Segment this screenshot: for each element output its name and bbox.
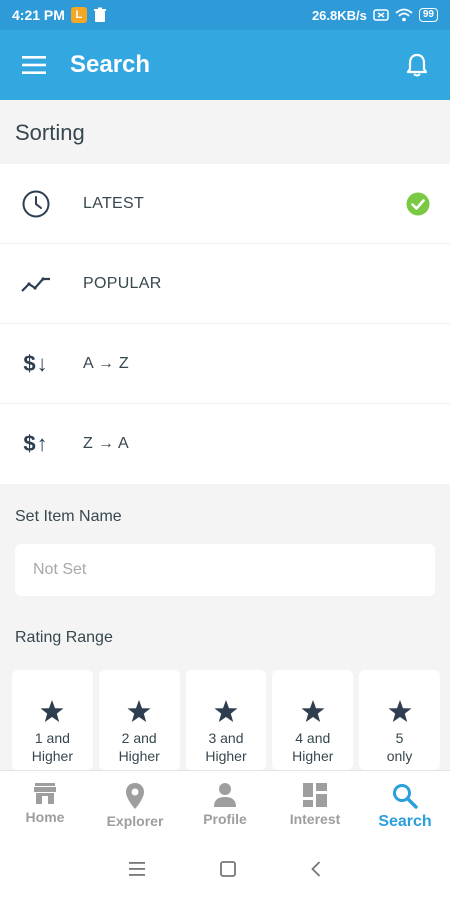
- sort-option-label: Z → A: [83, 435, 129, 452]
- sort-option-label: POPULAR: [83, 274, 162, 292]
- rating-option-line1: 1 and: [34, 730, 70, 746]
- star-icon: [301, 700, 325, 722]
- nav-item-search[interactable]: Search: [360, 771, 450, 838]
- person-icon: [214, 783, 236, 807]
- battery-icon: 99: [418, 8, 438, 22]
- system-navigation-bar: [0, 838, 450, 900]
- nav-label: Interest: [289, 811, 341, 827]
- back-chevron-icon[interactable]: [311, 861, 321, 877]
- nav-label: Profile: [203, 811, 247, 827]
- dashboard-icon: [303, 783, 327, 807]
- rating-range-options: 1 and Higher 2 and Higher 3 and Higher 4 an…: [12, 670, 440, 770]
- page-title: Search: [70, 51, 151, 78]
- app-bar: Search: [0, 30, 450, 100]
- dollar-down-icon: $↓: [23, 350, 49, 376]
- rating-option-line2: Higher: [118, 748, 160, 764]
- rating-range-label: Rating Range: [15, 629, 113, 646]
- recents-menu-icon[interactable]: [129, 862, 145, 876]
- sort-option-label: LATEST: [83, 194, 145, 212]
- nav-item-interest[interactable]: Interest: [270, 771, 360, 838]
- item-name-input[interactable]: [15, 544, 435, 596]
- status-bar: 4:21 PM L 26.8KB/s 99: [0, 0, 450, 30]
- rating-option-line1: 5: [395, 730, 404, 746]
- rating-option-2[interactable]: 2 and Higher: [98, 670, 180, 770]
- home-icon: [34, 783, 56, 804]
- rating-option-1[interactable]: 1 and Higher: [12, 670, 93, 770]
- hamburger-menu-icon[interactable]: [22, 56, 46, 74]
- sort-option-popular[interactable]: POPULAR: [0, 244, 450, 324]
- status-time: 4:21 PM: [12, 7, 65, 23]
- app-notification-icon: L: [70, 7, 87, 23]
- star-icon: [388, 700, 412, 722]
- bottom-navigation: Home Explorer Profile Interest Search: [0, 770, 450, 838]
- sort-option-latest[interactable]: LATEST: [0, 164, 450, 244]
- trending-icon: [20, 268, 52, 300]
- star-icon: [214, 700, 238, 722]
- nav-item-profile[interactable]: Profile: [180, 771, 270, 838]
- trash-icon: [93, 7, 106, 22]
- sort-option-z-to-a[interactable]: $↑ Z → A: [0, 404, 450, 484]
- sorting-section-title: Sorting: [0, 100, 450, 164]
- search-icon: [393, 784, 418, 809]
- rating-option-line2: Higher: [31, 748, 74, 764]
- rating-option-line2: only: [386, 748, 413, 764]
- rating-option-5[interactable]: 5 only: [359, 670, 440, 770]
- check-circle-icon: [406, 192, 430, 215]
- rating-option-line2: Higher: [292, 748, 334, 764]
- sort-option-a-to-z[interactable]: $↓ A → Z: [0, 324, 450, 404]
- rating-option-line1: 2 and: [121, 730, 157, 746]
- star-icon: [40, 700, 64, 722]
- nav-label: Explorer: [106, 813, 164, 829]
- star-icon: [127, 700, 151, 722]
- wifi-icon: [395, 8, 413, 22]
- nav-label: Search: [378, 813, 432, 830]
- nav-item-home[interactable]: Home: [0, 771, 90, 838]
- network-speed: 26.8KB/s: [311, 7, 367, 23]
- rating-option-line1: 3 and: [208, 730, 244, 746]
- nav-label: Home: [25, 809, 65, 825]
- dollar-up-icon: $↑: [23, 431, 49, 456]
- sort-options-list: LATEST POPULAR $↓ A → Z $↑ Z → A: [0, 164, 450, 484]
- item-name-label: Set Item Name: [15, 508, 122, 525]
- rating-option-4[interactable]: 4 and Higher: [272, 670, 354, 770]
- location-pin-icon: [126, 783, 144, 809]
- nav-item-explorer[interactable]: Explorer: [90, 771, 180, 838]
- rating-option-3[interactable]: 3 and Higher: [185, 670, 267, 770]
- rating-option-line1: 4 and: [295, 730, 331, 746]
- sort-option-label: A → Z: [83, 354, 129, 372]
- clock-icon: [20, 188, 52, 220]
- sim-icon: [373, 9, 389, 21]
- bell-icon[interactable]: [406, 53, 428, 77]
- home-square-icon[interactable]: [220, 861, 236, 877]
- rating-option-line2: Higher: [205, 748, 247, 764]
